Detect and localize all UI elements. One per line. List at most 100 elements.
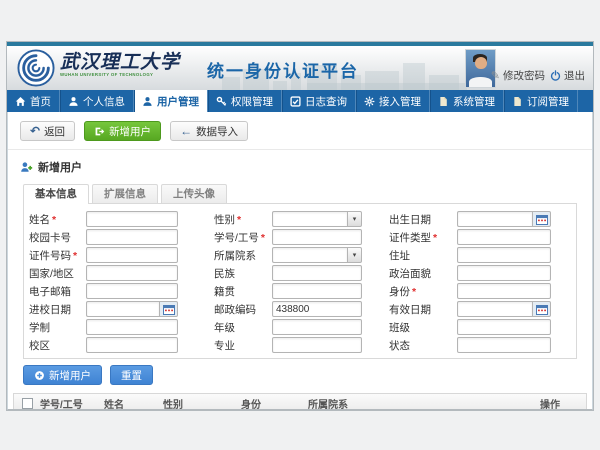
field-label: 政治面貌 bbox=[389, 266, 457, 281]
form-row: 国家/地区民族政治面貌 bbox=[24, 264, 576, 282]
field-input[interactable] bbox=[86, 283, 178, 299]
chevron-down-icon[interactable]: ▾ bbox=[347, 247, 362, 263]
tab-bar: 基本信息扩展信息上传头像 bbox=[8, 184, 592, 203]
field-input[interactable] bbox=[457, 247, 551, 263]
required-asterisk: * bbox=[433, 232, 437, 244]
field-control bbox=[86, 283, 178, 299]
field-label: 邮政编码 bbox=[214, 302, 272, 317]
tab-1[interactable]: 扩展信息 bbox=[92, 184, 158, 203]
field-label: 身份* bbox=[389, 284, 457, 299]
form-row: 电子邮箱 籍贯 身份* bbox=[24, 282, 576, 300]
select-all-checkbox[interactable] bbox=[22, 398, 33, 409]
app-window: 武汉理工大学 WUHAN UNIVERSITY OF TECHNOLOGY 统一… bbox=[7, 42, 593, 410]
field-control bbox=[86, 229, 178, 245]
log-check-icon bbox=[290, 96, 301, 107]
field-input[interactable] bbox=[272, 229, 362, 245]
field-input[interactable] bbox=[86, 265, 178, 281]
field-label: 学制 bbox=[29, 320, 86, 335]
field-label: 证件类型* bbox=[389, 230, 457, 245]
field-input[interactable] bbox=[86, 229, 178, 245]
field-input[interactable] bbox=[457, 265, 551, 281]
section-title: 新增用户 bbox=[8, 150, 592, 181]
nav-item-label: 订阅管理 bbox=[527, 94, 569, 109]
field-label: 校区 bbox=[29, 338, 86, 353]
calendar-icon[interactable] bbox=[532, 211, 551, 227]
table-column-header: 性别 bbox=[163, 396, 241, 411]
field-input[interactable] bbox=[457, 229, 551, 245]
field-control bbox=[86, 337, 178, 353]
add-user-icon bbox=[94, 126, 105, 137]
field-input[interactable] bbox=[457, 283, 551, 299]
reset-button[interactable]: 重置 bbox=[110, 365, 153, 385]
field-input[interactable] bbox=[457, 337, 551, 353]
add-user-toolbar-button[interactable]: 新增用户 bbox=[84, 121, 161, 141]
field-control bbox=[86, 301, 178, 317]
field-input[interactable] bbox=[272, 283, 362, 299]
header-actions: ✎ 修改密码 退出 bbox=[491, 68, 585, 83]
field-input[interactable] bbox=[86, 337, 178, 353]
required-asterisk: * bbox=[52, 214, 56, 226]
field-input[interactable] bbox=[457, 301, 532, 317]
table-column-header: 所属院系 bbox=[308, 396, 540, 411]
nav-item-home[interactable]: 首页 bbox=[7, 90, 60, 112]
change-password-link[interactable]: ✎ 修改密码 bbox=[491, 68, 545, 83]
field-input[interactable] bbox=[272, 319, 362, 335]
field-input[interactable] bbox=[272, 337, 362, 353]
tab-0[interactable]: 基本信息 bbox=[23, 184, 89, 204]
users-icon bbox=[142, 96, 153, 107]
field-control bbox=[272, 301, 362, 317]
field-input[interactable] bbox=[86, 247, 178, 263]
chevron-down-icon[interactable]: ▾ bbox=[347, 211, 362, 227]
field-control: ▾ bbox=[272, 211, 362, 227]
field-control bbox=[457, 229, 551, 245]
platform-title: 统一身份认证平台 bbox=[207, 57, 359, 82]
field-input[interactable] bbox=[457, 211, 532, 227]
gear-icon bbox=[364, 96, 375, 107]
field-input[interactable] bbox=[272, 301, 362, 317]
field-control bbox=[457, 247, 551, 263]
field-control bbox=[457, 319, 551, 335]
tab-2[interactable]: 上传头像 bbox=[161, 184, 227, 203]
form-panel: 姓名*性别*▾出生日期校园卡号学号/工号*证件类型*证件号码*所属院系▾住址国家… bbox=[23, 203, 577, 359]
nav-item-permission-mgmt[interactable]: 权限管理 bbox=[208, 90, 282, 112]
field-label: 籍贯 bbox=[214, 284, 272, 299]
field-label: 电子邮箱 bbox=[29, 284, 86, 299]
field-label: 状态 bbox=[389, 338, 457, 353]
file-icon bbox=[512, 96, 523, 107]
add-user-section-icon bbox=[20, 161, 33, 174]
field-input[interactable] bbox=[272, 247, 347, 263]
nav-item-log-query[interactable]: 日志查询 bbox=[282, 90, 356, 112]
field-label: 出生日期 bbox=[389, 212, 457, 227]
calendar-icon[interactable] bbox=[159, 301, 178, 317]
nav-item-access-mgmt[interactable]: 接入管理 bbox=[356, 90, 430, 112]
nav-item-label: 首页 bbox=[30, 94, 51, 109]
field-input[interactable] bbox=[272, 211, 347, 227]
field-label: 国家/地区 bbox=[29, 266, 86, 281]
form-row: 证件号码*所属院系▾住址 bbox=[24, 246, 576, 264]
field-input[interactable] bbox=[86, 211, 178, 227]
form-row: 姓名*性别*▾出生日期 bbox=[24, 210, 576, 228]
field-label: 所属院系 bbox=[214, 248, 272, 263]
data-import-button[interactable]: ← 数据导入 bbox=[170, 121, 248, 141]
field-input[interactable] bbox=[86, 319, 178, 335]
form-row: 校区专业状态 bbox=[24, 336, 576, 354]
import-arrow-icon: ← bbox=[180, 126, 192, 136]
nav-item-user-mgmt[interactable]: 用户管理 bbox=[134, 90, 208, 112]
required-asterisk: * bbox=[412, 286, 416, 298]
form-grid: 姓名*性别*▾出生日期校园卡号学号/工号*证件类型*证件号码*所属院系▾住址国家… bbox=[24, 210, 576, 354]
user-icon bbox=[68, 96, 79, 107]
back-button[interactable]: ↶ 返回 bbox=[20, 121, 75, 141]
field-input[interactable] bbox=[86, 301, 159, 317]
nav-item-label: 权限管理 bbox=[231, 94, 273, 109]
form-row: 学制年级班级 bbox=[24, 318, 576, 336]
logout-link[interactable]: 退出 bbox=[550, 68, 585, 83]
calendar-icon[interactable] bbox=[532, 301, 551, 317]
nav-item-label: 接入管理 bbox=[379, 94, 421, 109]
field-input[interactable] bbox=[272, 265, 362, 281]
nav-item-subscription-mgmt[interactable]: 订阅管理 bbox=[504, 90, 578, 112]
field-control: ▾ bbox=[272, 247, 362, 263]
field-input[interactable] bbox=[457, 319, 551, 335]
nav-item-system-mgmt[interactable]: 系统管理 bbox=[430, 90, 504, 112]
nav-item-profile[interactable]: 个人信息 bbox=[60, 90, 134, 112]
submit-add-user-button[interactable]: 新增用户 bbox=[23, 365, 102, 385]
